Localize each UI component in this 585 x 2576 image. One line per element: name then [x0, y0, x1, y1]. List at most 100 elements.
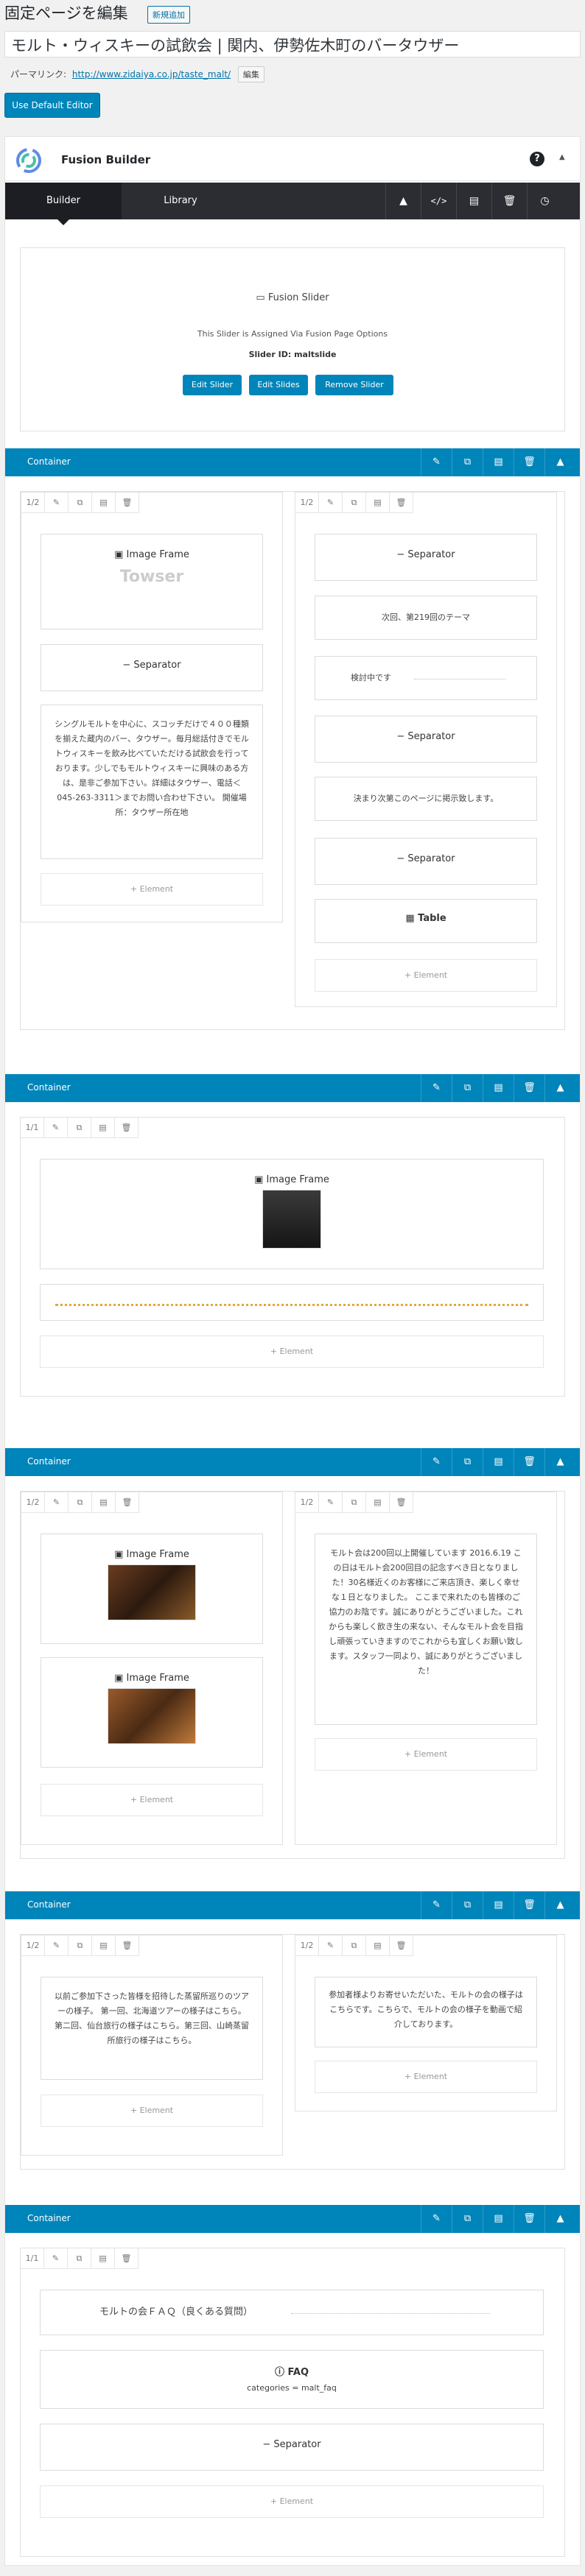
delete-icon[interactable]: 🗑 [116, 1935, 139, 1956]
clone-icon[interactable]: ⧉ [68, 1118, 91, 1138]
save-icon[interactable]: ▤ [91, 1118, 115, 1138]
add-element-button[interactable]: + Element [41, 873, 263, 906]
delete-icon[interactable]: 🗑 [116, 493, 139, 513]
post-title-input[interactable]: モルト・ウィスキーの試飲会 | 関内、伊勢佐木町のバータウザー [4, 31, 581, 57]
container-header[interactable]: Container ✎ ⧉ ▤ 🗑 ▲ [5, 2205, 580, 2233]
title-element[interactable]: モルトの会ＦＡＱ（良くある質問） [40, 2290, 544, 2335]
title-element[interactable]: 検討中です [315, 656, 537, 700]
delete-icon[interactable]: 🗑 [514, 1448, 544, 1476]
text-block-element[interactable]: 決まり次第このページに掲示致します。 [315, 777, 537, 821]
faq-element[interactable]: ⓘ FAQ categories = malt_faq [40, 2350, 544, 2409]
delete-icon[interactable]: 🗑 [116, 1492, 139, 1513]
edit-icon[interactable]: ✎ [421, 1074, 452, 1102]
clone-icon[interactable]: ⧉ [343, 1935, 366, 1956]
save-icon[interactable]: ▤ [91, 2248, 115, 2269]
collapse-all-icon[interactable]: ▲ [385, 183, 421, 219]
column-size[interactable]: 1/2 [21, 1492, 45, 1513]
clone-icon[interactable]: ⧉ [69, 493, 92, 513]
code-view-icon[interactable]: </> [421, 183, 456, 219]
column-size[interactable]: 1/2 [295, 1492, 319, 1513]
text-block-element[interactable]: 参加者様よりお寄せいただいた、モルトの会の様子はこちらです。こちらで、モルトの会… [315, 1977, 537, 2047]
collapse-caret-icon[interactable]: ▲ [559, 153, 565, 161]
edit-icon[interactable]: ✎ [44, 2248, 68, 2269]
add-element-button[interactable]: + Element [41, 2095, 263, 2127]
clone-icon[interactable]: ⧉ [452, 1891, 483, 1919]
save-icon[interactable]: ▤ [366, 1935, 390, 1956]
collapse-icon[interactable]: ▲ [544, 1448, 575, 1476]
add-element-button[interactable]: + Element [315, 2061, 537, 2093]
save-layout-icon[interactable]: ▤ [456, 183, 491, 219]
collapse-icon[interactable]: ▲ [544, 1074, 575, 1102]
collapse-icon[interactable]: ▲ [544, 1891, 575, 1919]
column-size[interactable]: 1/2 [21, 1935, 45, 1956]
separator-element[interactable] [40, 1284, 544, 1321]
separator-element[interactable]: − Separator [315, 716, 537, 763]
clone-icon[interactable]: ⧉ [452, 1448, 483, 1476]
delete-icon[interactable]: 🗑 [390, 1935, 413, 1956]
column-size[interactable]: 1/1 [21, 2248, 44, 2269]
clone-icon[interactable]: ⧉ [343, 1492, 366, 1513]
separator-element[interactable]: − Separator [41, 644, 263, 691]
save-icon[interactable]: ▤ [366, 493, 390, 513]
edit-icon[interactable]: ✎ [45, 1492, 69, 1513]
edit-icon[interactable]: ✎ [45, 493, 69, 513]
edit-icon[interactable]: ✎ [319, 1492, 343, 1513]
add-element-button[interactable]: + Element [40, 1335, 544, 1368]
edit-icon[interactable]: ✎ [45, 1935, 69, 1956]
image-frame-element[interactable]: ▣ Image Frame Towser [41, 534, 263, 629]
clone-icon[interactable]: ⧉ [69, 1492, 92, 1513]
edit-icon[interactable]: ✎ [319, 493, 343, 513]
save-icon[interactable]: ▤ [366, 1492, 390, 1513]
edit-slides-button[interactable]: Edit Slides [249, 375, 308, 395]
edit-slider-button[interactable]: Edit Slider [183, 375, 242, 395]
collapse-icon[interactable]: ▲ [544, 2205, 575, 2233]
save-icon[interactable]: ▤ [483, 1074, 514, 1102]
image-frame-element[interactable]: ▣ Image Frame [41, 1534, 263, 1644]
delete-icon[interactable]: 🗑 [514, 448, 544, 476]
separator-element[interactable]: − Separator [40, 2424, 544, 2471]
delete-icon[interactable]: 🗑 [514, 1074, 544, 1102]
clone-icon[interactable]: ⧉ [452, 448, 483, 476]
delete-icon[interactable]: 🗑 [514, 2205, 544, 2233]
text-block-element[interactable]: モルト会は200回以上開催しています 2016.6.19 この日はモルト会200… [315, 1534, 537, 1725]
tab-library[interactable]: Library [122, 183, 239, 219]
edit-icon[interactable]: ✎ [319, 1935, 343, 1956]
text-block-element[interactable]: シングルモルトを中心に、スコッチだけで４００種類を揃えた蔵内のバー、タウザー。毎… [41, 705, 263, 859]
text-block-element[interactable]: 以前ご参加下さった皆様を招待した蒸留所巡りのツアーの様子。 第一回、北海道ツアー… [41, 1977, 263, 2080]
image-frame-element[interactable]: ▣ Image Frame [41, 1657, 263, 1768]
collapse-icon[interactable]: ▲ [544, 448, 575, 476]
table-element[interactable]: ▦ Table [315, 899, 537, 943]
delete-icon[interactable]: 🗑 [390, 493, 413, 513]
column-size[interactable]: 1/2 [295, 1935, 319, 1956]
add-element-button[interactable]: + Element [315, 959, 537, 992]
add-new-button[interactable]: 新規追加 [147, 6, 190, 24]
save-icon[interactable]: ▤ [483, 448, 514, 476]
delete-icon[interactable]: 🗑 [390, 1492, 413, 1513]
edit-icon[interactable]: ✎ [421, 1448, 452, 1476]
edit-icon[interactable]: ✎ [421, 1891, 452, 1919]
permalink-edit-button[interactable]: 編集 [237, 66, 265, 82]
clone-icon[interactable]: ⧉ [452, 1074, 483, 1102]
remove-slider-button[interactable]: Remove Slider [315, 375, 393, 395]
tab-builder[interactable]: Builder [5, 183, 122, 225]
separator-element[interactable]: − Separator [315, 838, 537, 885]
column-size[interactable]: 1/2 [21, 493, 45, 513]
container-header[interactable]: Container ✎ ⧉ ▤ 🗑 ▲ [5, 448, 580, 476]
save-icon[interactable]: ▤ [92, 1492, 116, 1513]
clone-icon[interactable]: ⧉ [452, 2205, 483, 2233]
clone-icon[interactable]: ⧉ [68, 2248, 91, 2269]
clone-icon[interactable]: ⧉ [343, 493, 366, 513]
container-header[interactable]: Container ✎ ⧉ ▤ 🗑 ▲ [5, 1891, 580, 1919]
delete-icon[interactable]: 🗑 [514, 1891, 544, 1919]
add-element-button[interactable]: + Element [41, 1784, 263, 1816]
save-icon[interactable]: ▤ [92, 493, 116, 513]
clone-icon[interactable]: ⧉ [69, 1935, 92, 1956]
save-icon[interactable]: ▤ [92, 1935, 116, 1956]
save-icon[interactable]: ▤ [483, 1448, 514, 1476]
container-header[interactable]: Container ✎ ⧉ ▤ 🗑 ▲ [5, 1074, 580, 1102]
add-element-button[interactable]: + Element [40, 2485, 544, 2518]
delete-layout-icon[interactable]: 🗑 [491, 183, 527, 219]
edit-icon[interactable]: ✎ [421, 2205, 452, 2233]
delete-icon[interactable]: 🗑 [115, 2248, 139, 2269]
help-icon[interactable]: ? [530, 152, 544, 166]
